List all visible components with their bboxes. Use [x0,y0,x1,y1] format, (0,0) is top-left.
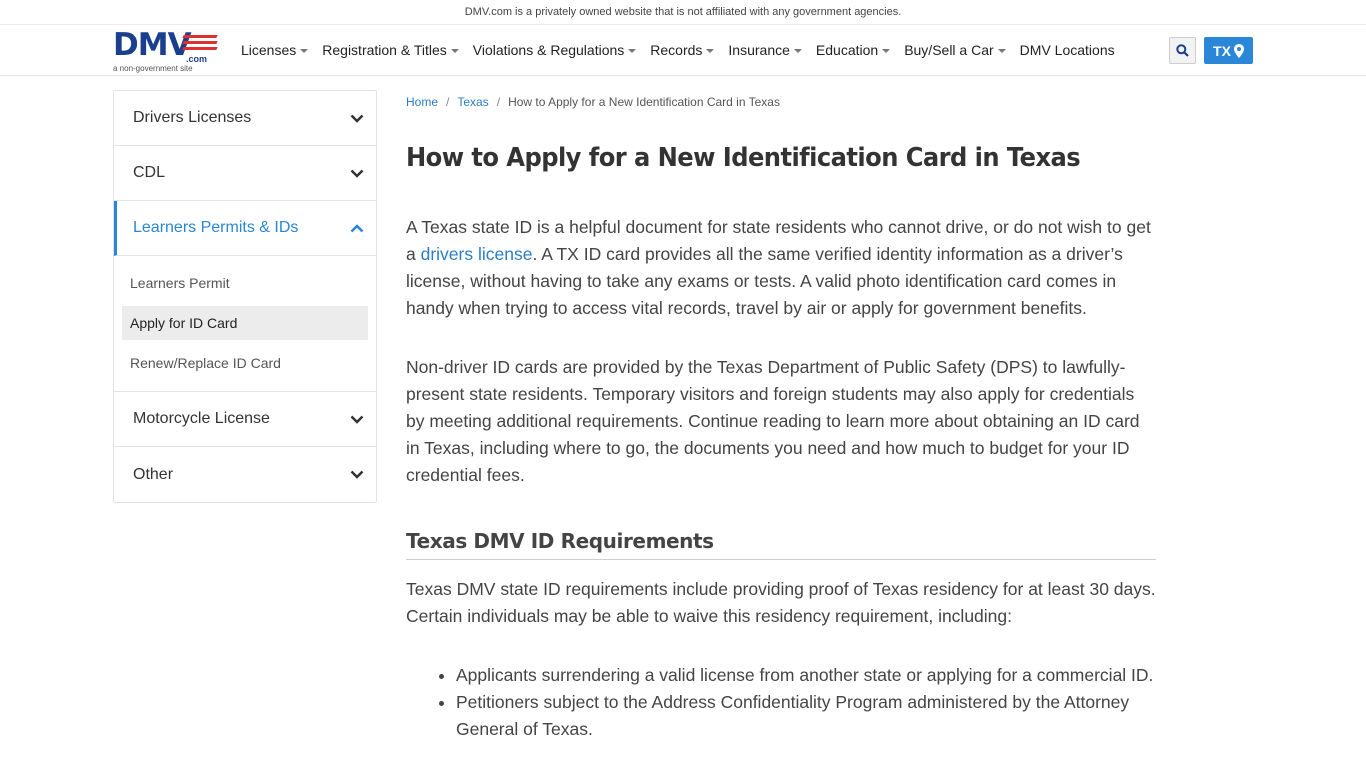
logo-dotcom: .com [186,54,208,64]
breadcrumb-separator: / [446,95,450,109]
sidebar-section-motorcycle-license[interactable]: Motorcycle License [114,392,376,447]
breadcrumb-texas[interactable]: Texas [457,95,488,109]
nav-item-buy-sell-car[interactable]: Buy/Sell a Car [904,42,1006,58]
chevron-down-icon [350,470,364,479]
main-content: Home / Texas / How to Apply for a New Identi… [406,92,1156,743]
sidebar-subsection-links: Learners Permit Apply for ID Card Renew/… [114,256,376,392]
nav-menu: Licenses Registration & Titles Violation… [241,25,1129,75]
search-button[interactable] [1169,37,1196,64]
requirements-list: Applicants surrendering a valid license … [406,662,1156,743]
nav-item-registration-titles[interactable]: Registration & Titles [322,42,459,58]
main-navbar: DMV .com a non-government site Licenses … [0,25,1366,76]
breadcrumb-current: How to Apply for a New Identification Ca… [508,95,780,109]
dmv-logo[interactable]: DMV .com a non-government site [113,29,223,73]
sidebar-section-learners-permits-ids[interactable]: Learners Permits & IDs [114,201,376,256]
logo-tagline: a non-government site [113,64,193,73]
chevron-down-icon [350,415,364,424]
sidebar-link-renew-replace-id-card[interactable]: Renew/Replace ID Card [122,346,368,380]
caret-down-icon [793,49,802,53]
nav-item-licenses[interactable]: Licenses [241,42,309,58]
dps-paragraph: Non-driver ID cards are provided by the … [406,357,1140,485]
caret-down-icon [300,49,309,53]
page-title: How to Apply for a New Identification Ca… [406,143,1081,173]
nav-item-education[interactable]: Education [816,42,891,58]
map-pin-icon [1233,43,1244,58]
chevron-down-icon [350,114,364,123]
sidebar-section-cdl[interactable]: CDL [114,146,376,201]
search-icon [1176,44,1189,57]
chevron-up-icon [350,223,364,232]
intro-paragraph: A Texas state ID is a helpful document f… [406,217,1151,318]
disclaimer-bar: DMV.com is a privately owned website tha… [0,0,1366,25]
nav-item-insurance[interactable]: Insurance [728,42,802,58]
sidebar-link-apply-id-card[interactable]: Apply for ID Card [122,306,368,340]
state-selector-button[interactable]: TX [1204,37,1253,64]
sidebar-section-drivers-licenses[interactable]: Drivers Licenses [114,91,376,146]
breadcrumb-separator: / [496,95,501,109]
nav-item-dmv-locations[interactable]: DMV Locations [1020,42,1115,58]
list-item: Petitioners subject to the Address Confi… [456,689,1156,743]
caret-down-icon [882,49,891,53]
caret-down-icon [997,49,1006,53]
breadcrumb: Home / Texas / How to Apply for a New Identi… [406,92,1156,112]
chevron-down-icon [350,169,364,178]
nav-item-records[interactable]: Records [650,42,715,58]
list-item: Applicants surrendering a valid license … [456,662,1156,689]
breadcrumb-home[interactable]: Home [406,95,438,109]
disclaimer-text: DMV.com is a privately owned website tha… [464,6,902,18]
caret-down-icon [706,49,715,53]
caret-down-icon [450,49,459,53]
sidebar-nav: Drivers Licenses CDL Learners Permits & … [113,90,377,503]
logo-wordmark: DMV [113,27,192,63]
nav-item-violations-regulations[interactable]: Violations & Regulations [473,42,637,58]
section-heading-requirements: Texas DMV ID Requirements [406,529,1156,560]
requirements-paragraph: Texas DMV state ID requirements include … [406,579,1156,626]
drivers-license-link[interactable]: drivers license [421,244,533,264]
caret-down-icon [628,49,637,53]
state-label: TX [1213,42,1231,59]
sidebar-link-learners-permit[interactable]: Learners Permit [122,266,368,300]
sidebar-section-other[interactable]: Other [114,447,376,502]
